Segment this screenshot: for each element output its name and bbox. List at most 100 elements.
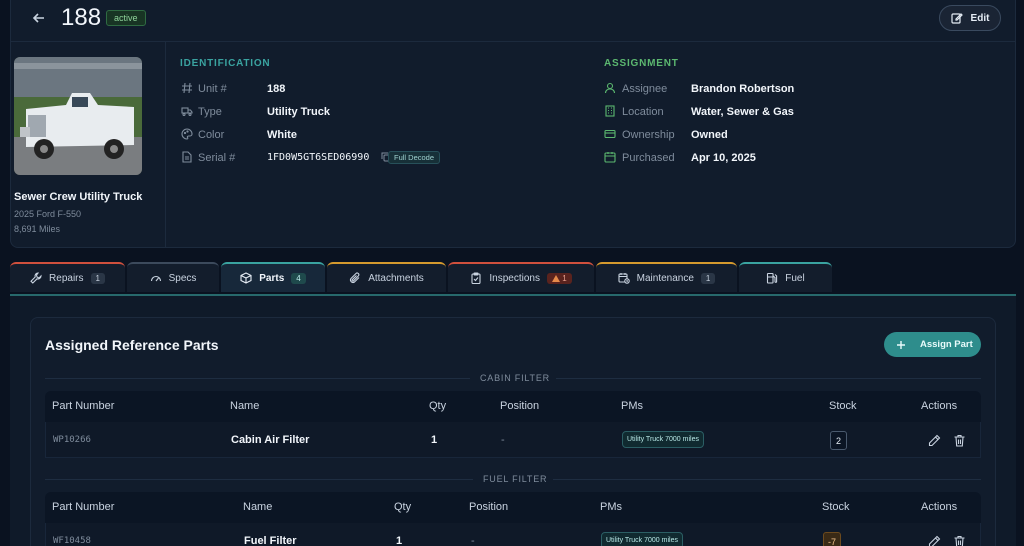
col-pms: PMs — [621, 400, 643, 412]
tab-fuel[interactable]: Fuel — [739, 262, 832, 292]
truck-icon — [181, 107, 193, 117]
group-divider — [553, 479, 981, 480]
tab-inspections-count: 1 — [546, 272, 572, 284]
table-row: WF10458 Fuel Filter 1 - Utility Truck 70… — [45, 523, 981, 546]
vehicle-miles: 8,691 Miles — [14, 224, 61, 234]
tab-repairs[interactable]: Repairs 1 — [10, 262, 125, 292]
top-bar: 188 active Edit — [11, 0, 1015, 42]
tab-attachments[interactable]: Attachments — [327, 262, 446, 292]
plus-icon — [897, 340, 905, 349]
stock-badge: 2 — [830, 431, 847, 450]
serial-label: Serial # — [198, 152, 236, 164]
trash-icon[interactable] — [953, 535, 966, 546]
col-pms: PMs — [600, 501, 622, 513]
col-name: Name — [230, 400, 260, 412]
full-decode-button[interactable]: Full Decode — [388, 151, 441, 164]
calendar-clock-icon — [618, 273, 630, 284]
location-label: Location — [622, 106, 664, 118]
part-name: Cabin Air Filter — [231, 434, 310, 446]
parts-title: Assigned Reference Parts — [45, 337, 219, 353]
color-label: Color — [198, 129, 225, 141]
table-row: WP10266 Cabin Air Filter 1 - Utility Tru… — [45, 422, 981, 458]
tab-parts-label: Parts — [259, 272, 285, 284]
assign-part-label: Assign Part — [920, 339, 973, 350]
trash-icon[interactable] — [953, 434, 966, 447]
col-position: Position — [469, 501, 509, 513]
tab-inspections-label: Inspections — [489, 272, 540, 284]
document-icon — [182, 151, 192, 163]
palette-icon — [181, 128, 193, 140]
edit-icon — [950, 13, 963, 24]
edit-button-label: Edit — [970, 12, 990, 24]
tab-inspections[interactable]: Inspections 1 — [448, 262, 594, 292]
wrench-icon — [30, 272, 42, 284]
col-part-number: Part Number — [52, 501, 115, 513]
tab-specs[interactable]: Specs — [127, 262, 219, 292]
col-name: Name — [243, 501, 273, 513]
tab-parts-count: 4 — [291, 272, 306, 284]
part-position: - — [501, 434, 505, 446]
part-number: WF10458 — [53, 536, 91, 546]
vehicle-header-card: 188 active Edit — [10, 0, 1016, 248]
location-value: Water, Sewer & Gas — [691, 106, 794, 118]
edit-button[interactable]: Edit — [939, 5, 1001, 31]
col-part-number: Part Number — [52, 400, 115, 412]
clipboard-icon — [471, 272, 481, 284]
box-icon — [240, 272, 252, 284]
unit-number-value: 188 — [267, 83, 286, 95]
ownership-value: Owned — [691, 129, 728, 141]
vehicle-model: 2025 Ford F-550 — [14, 209, 82, 219]
unit-title: 188 — [61, 4, 102, 31]
hash-icon — [182, 82, 192, 94]
type-label: Type — [198, 106, 222, 118]
group-divider — [556, 378, 981, 379]
vehicle-name: Sewer Crew Utility Truck — [14, 191, 143, 203]
pm-badge[interactable]: Utility Truck 7000 miles — [622, 431, 704, 448]
tab-maintenance[interactable]: Maintenance 1 — [596, 262, 737, 292]
paperclip-icon — [350, 272, 360, 284]
group-label-cabin-filter: CABIN FILTER — [480, 373, 550, 383]
user-icon — [604, 82, 616, 94]
purchased-value: Apr 10, 2025 — [691, 152, 756, 164]
building-icon — [605, 105, 615, 117]
group-divider — [45, 479, 473, 480]
part-qty: 1 — [431, 434, 438, 446]
tab-repairs-count: 1 — [90, 272, 105, 284]
serial-value: 1FD0W5GT6SED06990 — [267, 152, 370, 163]
ownership-label: Ownership — [622, 129, 675, 141]
type-value: Utility Truck — [267, 106, 330, 118]
part-number: WP10266 — [53, 435, 91, 445]
tab-parts[interactable]: Parts 4 — [221, 262, 325, 292]
col-actions: Actions — [921, 501, 958, 513]
table-header: Part Number Name Qty Position PMs Stock … — [45, 492, 981, 523]
fuel-pump-icon — [767, 272, 778, 284]
tab-inspections-count-value: 1 — [562, 273, 567, 283]
assignee-label: Assignee — [622, 83, 668, 95]
tab-bar: Repairs 1 Specs Parts 4 Attachments Insp… — [10, 262, 1016, 292]
card-icon — [604, 129, 616, 139]
stock-badge: -7 — [823, 532, 842, 546]
pencil-icon[interactable] — [928, 434, 941, 447]
col-qty: Qty — [394, 501, 412, 513]
col-position: Position — [500, 400, 540, 412]
gauge-icon — [150, 275, 161, 282]
back-arrow-icon[interactable] — [31, 9, 47, 27]
status-badge: active — [106, 10, 146, 26]
tab-maintenance-count: 1 — [700, 272, 716, 284]
pm-badge[interactable]: Utility Truck 7000 miles — [601, 532, 683, 546]
assign-part-button[interactable]: Assign Part — [884, 332, 981, 357]
col-stock: Stock — [829, 400, 857, 412]
warning-icon — [551, 274, 560, 282]
group-divider — [45, 378, 470, 379]
tab-maintenance-label: Maintenance — [636, 272, 694, 284]
identification-title: IDENTIFICATION — [180, 58, 271, 69]
unit-number-label: Unit # — [198, 83, 227, 95]
part-name: Fuel Filter — [244, 535, 297, 546]
assignment-title: ASSIGNMENT — [604, 58, 679, 69]
table-header: Part Number Name Qty Position PMs Stock … — [45, 391, 981, 422]
tab-fuel-label: Fuel — [785, 272, 805, 284]
pencil-icon[interactable] — [928, 535, 941, 546]
assignee-value: Brandon Robertson — [691, 83, 795, 95]
col-actions: Actions — [921, 400, 958, 412]
tab-attachments-label: Attachments — [368, 272, 424, 284]
